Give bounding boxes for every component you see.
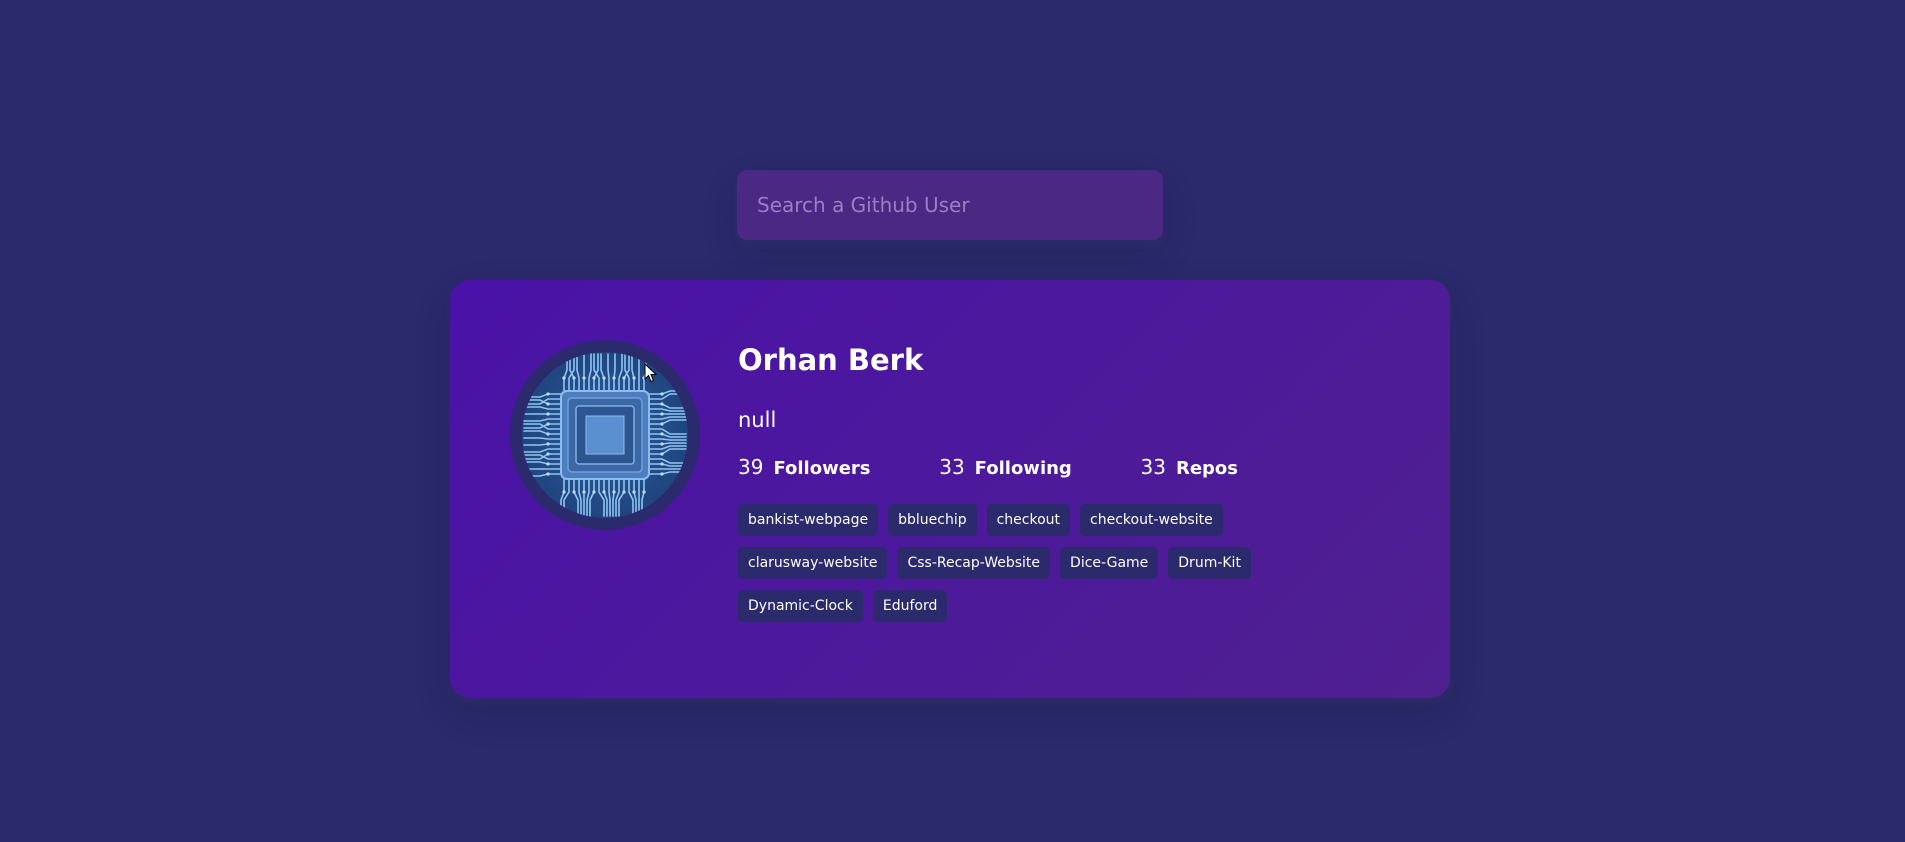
user-info: Orhan Berk null 39 Followers 33 Followin… [738,342,1418,622]
repo-link[interactable]: clarusway-website [738,547,888,579]
profile-card: Orhan Berk null 39 Followers 33 Followin… [450,280,1450,698]
repo-link[interactable]: Dynamic-Clock [738,590,863,622]
avatar-chip-icon [522,352,688,518]
repo-link[interactable]: bankist-webpage [738,504,879,536]
mouse-pointer-icon [644,363,658,383]
repos-label: Repos [1175,458,1238,479]
repo-link[interactable]: Drum-Kit [1168,547,1251,579]
stats-list: 39 Followers 33 Following 33 Repos [738,452,1238,484]
repo-link[interactable]: Css-Recap-Website [897,547,1051,579]
repo-list: bankist-webpage bbluechip checkout check… [738,504,1298,622]
search-input[interactable] [737,170,1163,240]
user-name: Orhan Berk [738,343,924,377]
repo-link[interactable]: bbluechip [888,504,977,536]
stat-following: 33 Following [939,452,1072,484]
repo-link[interactable]: checkout [986,504,1071,536]
repo-link[interactable]: checkout-website [1080,504,1223,536]
user-bio: null [738,408,777,432]
repos-count: 33 [1140,455,1166,479]
stat-followers: 39 Followers [738,452,871,484]
search-form [737,170,1163,240]
repo-link[interactable]: Eduford [872,590,948,622]
followers-label: Followers [773,458,871,479]
avatar-ring [510,340,700,530]
followers-count: 39 [738,455,764,479]
page: Orhan Berk null 39 Followers 33 Followin… [0,0,1905,842]
stat-repos: 33 Repos [1141,452,1239,484]
following-label: Following [974,458,1072,479]
repo-link[interactable]: Dice-Game [1060,547,1159,579]
following-count: 33 [939,455,965,479]
